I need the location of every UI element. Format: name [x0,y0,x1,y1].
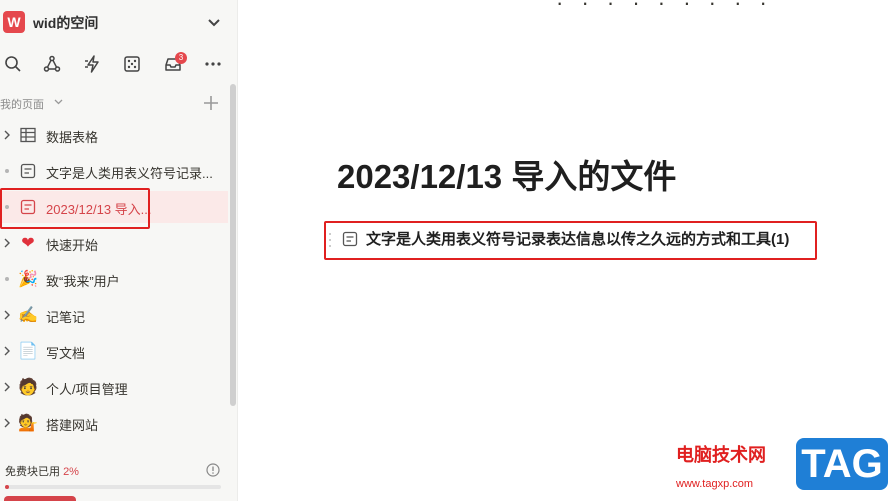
sidebar-item-label: 数据表格 [46,130,99,145]
chevron-right-icon[interactable] [2,308,12,322]
more-icon[interactable] [201,52,225,76]
cut-off-heading: · · · · · · · · · [556,0,773,15]
app-window: W wid的空间 3 我的页面 数据表格 文字是人类用表义符号记录... 202… [0,0,895,501]
watermark-site-name: 电脑技术网 [676,445,766,465]
sidebar-item-data-table[interactable]: 数据表格 [0,119,228,151]
sidebar-item-text-doc[interactable]: 文字是人类用表义符号记录... [0,155,228,187]
chevron-right-icon[interactable] [2,380,12,394]
graph-icon[interactable] [40,52,64,76]
chevron-down-icon[interactable] [54,98,63,106]
table-icon [18,125,38,145]
inbox-badge: 3 [175,52,187,64]
chevron-right-icon[interactable] [2,128,12,142]
chevron-right-icon[interactable] [2,344,12,358]
section-label-my-pages[interactable]: 我的页面 [0,96,44,112]
doc-icon [342,231,358,247]
sidebar-toolbar [0,52,238,76]
info-icon[interactable] [206,463,220,477]
usage-label: 免费块已用 2% [5,463,79,479]
sidebar-item-quick-start[interactable]: ❤ 快速开始 [0,227,228,259]
page-title[interactable]: 2023/12/13 导入的文件 [337,150,676,198]
usage-percent: 2% [63,466,79,478]
dice-icon[interactable] [120,52,144,76]
chevron-right-icon[interactable] [2,416,12,430]
person-tipping-icon: 💁 [18,415,38,432]
document-icon: 📄 [18,343,38,360]
sidebar-scrollbar[interactable] [230,84,236,406]
watermark-url: www.tagxp.com [676,478,754,490]
sidebar-item-write-docs[interactable]: 📄 写文档 [0,335,228,367]
watermark-tag-logo: TAG [796,438,888,490]
page-link-block[interactable]: 文字是人类用表义符号记录表达信息以传之久远的方式和工具(1) [328,222,815,258]
doc-icon [18,161,38,181]
workspace-switcher[interactable]: W wid的空间 [0,8,238,38]
bullet-dot [5,205,9,209]
sidebar-item-notes[interactable]: ✍ 记笔记 [0,299,228,331]
sidebar-item-label: 写文档 [46,346,86,361]
drag-handle-icon[interactable] [328,230,332,250]
workspace-name: wid的空间 [33,15,99,31]
usage-progress-fill [5,485,10,489]
search-icon[interactable] [1,52,25,76]
sidebar-item-build-website[interactable]: 💁 搭建网站 [0,407,228,439]
sidebar-item-welcome[interactable]: 🎉 致“我来”用户 [0,263,228,295]
bullet-dot [5,277,9,281]
sidebar-item-label: 2023/12/13 导入... [46,202,152,217]
upgrade-button[interactable] [4,496,76,501]
chevron-right-icon[interactable] [2,236,12,250]
sidebar-item-label: 搭建网站 [46,418,99,433]
main-content: · · · · · · · · · 2023/12/13 导入的文件 文字是人类… [238,0,895,501]
sidebar-item-label: 快速开始 [46,238,99,253]
sidebar-item-label: 文字是人类用表义符号记录... [46,166,213,181]
workspace-logo: W [3,11,25,33]
party-icon: 🎉 [18,271,38,288]
heart-icon: ❤ [21,235,35,252]
doc-icon [18,197,38,217]
sidebar-item-project-management[interactable]: 🧑 个人/项目管理 [0,371,228,403]
plus-icon[interactable] [202,94,220,112]
chevron-down-icon[interactable] [205,12,223,32]
lightning-icon[interactable] [81,52,105,76]
usage-text: 免费块已用 [5,466,60,478]
sidebar-item-label: 致“我来”用户 [46,274,120,289]
sidebar-item-label: 个人/项目管理 [46,382,128,397]
person-icon: 🧑 [18,379,38,396]
writing-hand-icon: ✍ [18,307,38,324]
sidebar: W wid的空间 3 我的页面 数据表格 文字是人类用表义符号记录... 202… [0,0,238,501]
bullet-dot [5,169,9,173]
page-link-text[interactable]: 文字是人类用表义符号记录表达信息以传之久远的方式和工具(1) [366,228,789,249]
sidebar-item-label: 记笔记 [46,310,86,325]
sidebar-item-imported-file[interactable]: 2023/12/13 导入... [0,191,228,223]
usage-progress-bar [5,485,221,489]
